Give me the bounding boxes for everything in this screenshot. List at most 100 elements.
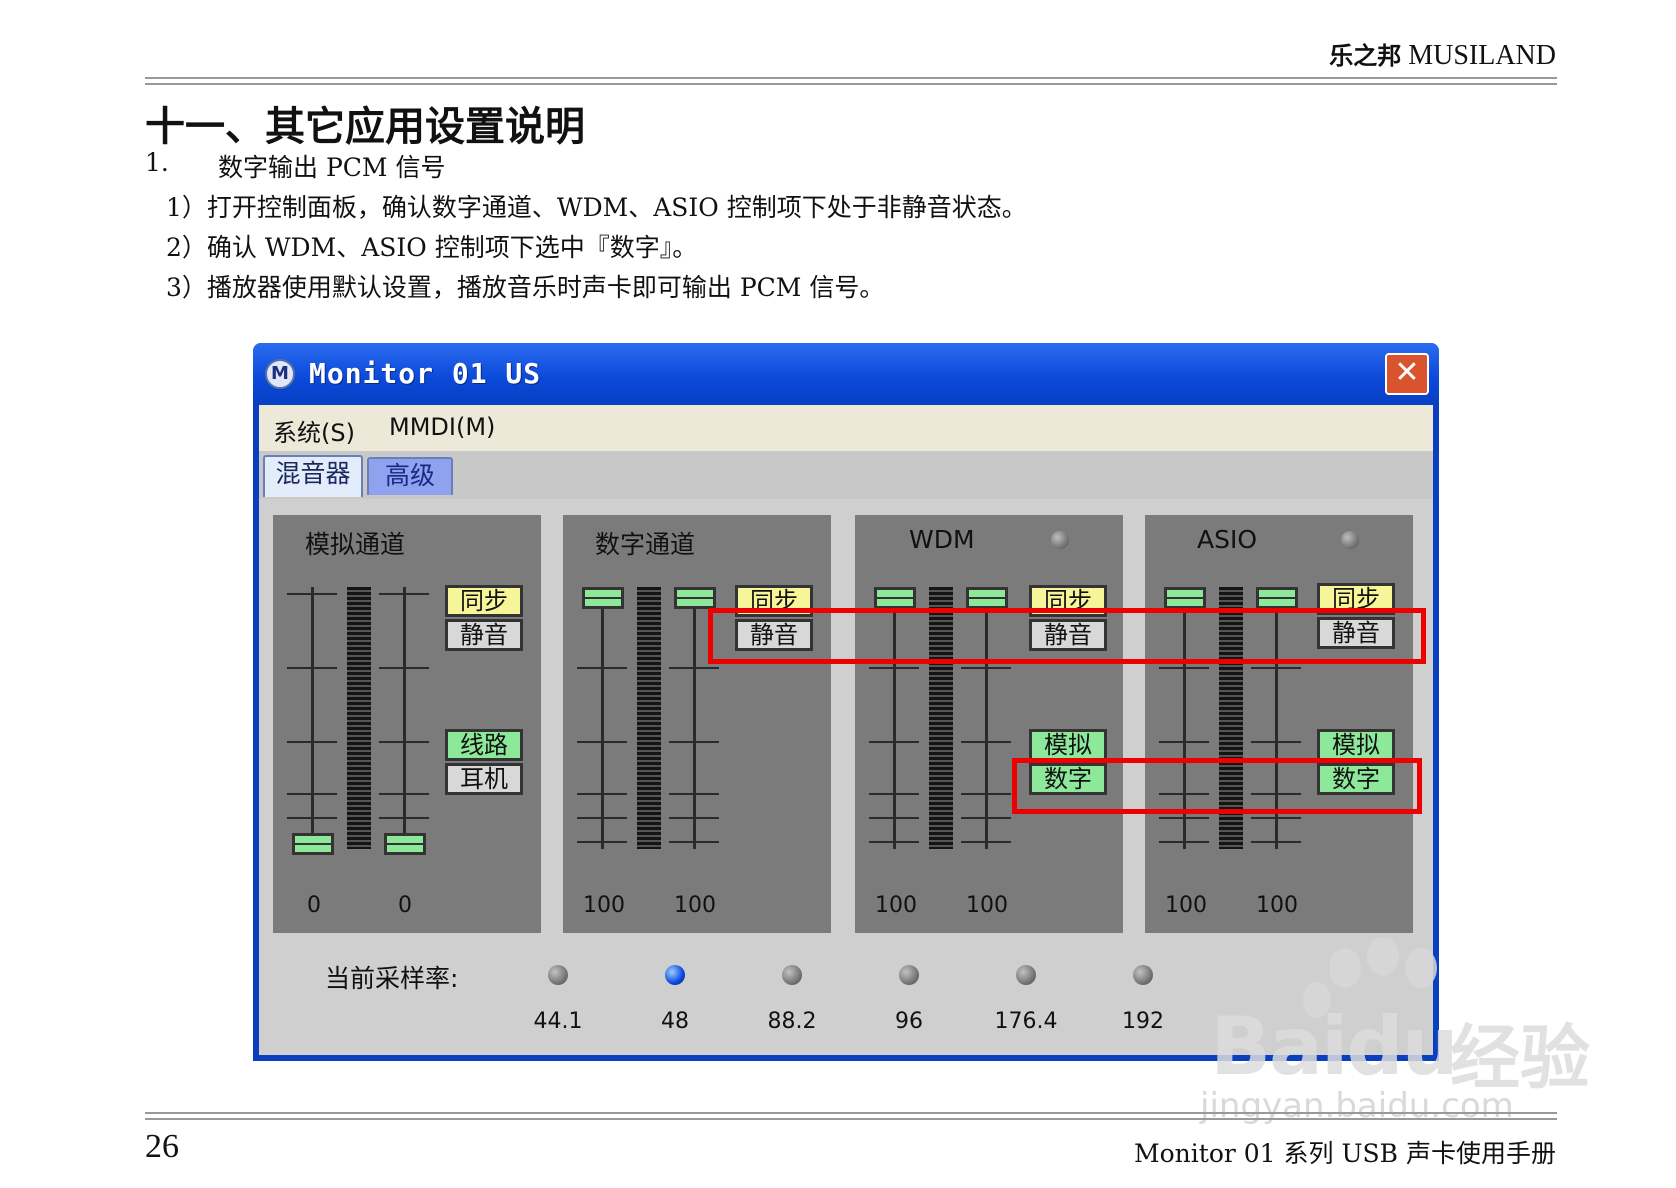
tick (669, 841, 719, 843)
fader-right-thumb[interactable] (966, 587, 1008, 609)
tick (577, 667, 627, 669)
fader-right-thumb[interactable] (384, 833, 426, 855)
panel-asio: ASIO 同步 静音 模拟 数字 100 100 (1145, 515, 1413, 933)
header-rule (145, 77, 1557, 85)
fader-value-right: 100 (674, 893, 716, 918)
rate-value: 192 (1122, 1009, 1164, 1034)
rate-value: 96 (895, 1009, 923, 1034)
tick (869, 793, 919, 795)
watermark-logo: Baidu (1210, 1000, 1459, 1093)
item-title: 数字输出 PCM 信号 (218, 153, 446, 182)
fader-left-thumb[interactable] (1164, 587, 1206, 609)
tick (379, 741, 429, 743)
tick (1251, 841, 1301, 843)
tick (1159, 667, 1209, 669)
tick (669, 741, 719, 743)
page-number: 26 (145, 1128, 179, 1165)
line-button[interactable]: 线路 (445, 729, 523, 761)
fader-track (601, 587, 604, 849)
tick (961, 741, 1011, 743)
tick (869, 741, 919, 743)
tick (379, 793, 429, 795)
menu-mmdi[interactable]: MMDI(M) (389, 413, 495, 441)
fader-left-thumb[interactable] (582, 587, 624, 609)
fader-value-right: 100 (1256, 893, 1298, 918)
tick (287, 593, 337, 595)
sample-rate-label: 当前采样率: (325, 964, 459, 993)
tick (1251, 741, 1301, 743)
sync-button[interactable]: 同步 (445, 585, 523, 617)
tab-mixer[interactable]: 混音器 (263, 455, 363, 497)
tick (961, 793, 1011, 795)
menu-system[interactable]: 系统(S) (273, 413, 355, 448)
fader-value-right: 0 (398, 893, 412, 918)
tick (1159, 741, 1209, 743)
fader-track (311, 587, 314, 849)
tick (577, 741, 627, 743)
level-meter (637, 587, 661, 849)
analog-button[interactable]: 模拟 (1029, 729, 1107, 761)
fader-value-left: 100 (875, 893, 917, 918)
rate-value: 48 (661, 1009, 689, 1034)
tick (669, 793, 719, 795)
tick (961, 817, 1011, 819)
level-meter (347, 587, 371, 849)
fader-value-left: 0 (307, 893, 321, 918)
panel-title: WDM (909, 525, 975, 554)
analog-button[interactable]: 模拟 (1317, 729, 1395, 761)
footer-title: Monitor 01 系列 USB 声卡使用手册 (1134, 1139, 1556, 1168)
rate-led-88-2 (782, 965, 802, 985)
brand-cn: 乐之邦 (1329, 42, 1402, 70)
watermark-url: jingyan.baidu.com (1200, 1086, 1514, 1126)
fader-value-left: 100 (1165, 893, 1207, 918)
tick (1251, 817, 1301, 819)
rate-led-192 (1133, 965, 1153, 985)
mute-button[interactable]: 静音 (445, 619, 523, 651)
panel-title: 模拟通道 (305, 530, 406, 559)
tick (577, 793, 627, 795)
section-title: 十一、其它应用设置说明 (145, 104, 585, 150)
tick (287, 793, 337, 795)
highlight-digital-row (1012, 758, 1422, 814)
brand-en: MUSILAND (1408, 40, 1556, 71)
fader-left-thumb[interactable] (292, 833, 334, 855)
window-title: Monitor 01 US (309, 357, 542, 390)
rate-led-48-active (665, 965, 685, 985)
panel-analog: 模拟通道 同步 静音 线路 耳机 0 0 (273, 515, 541, 933)
tick (287, 817, 337, 819)
step-2: 2）确认 WDM、ASIO 控制项下选中『数字』。 (166, 233, 698, 262)
fader-left-thumb[interactable] (874, 587, 916, 609)
item-number: 1. (145, 148, 169, 177)
rate-led-96 (899, 965, 919, 985)
panel-title: ASIO (1197, 525, 1258, 554)
fader-track (693, 587, 696, 849)
panel-title: 数字通道 (595, 530, 696, 559)
fader-value-right: 100 (966, 893, 1008, 918)
step-1: 1）打开控制面板，确认数字通道、WDM、ASIO 控制项下处于非静音状态。 (166, 193, 1027, 222)
tick (1159, 841, 1209, 843)
menubar: 系统(S) MMDI(M) (259, 405, 1433, 452)
step-3: 3）播放器使用默认设置，播放音乐时声卡即可输出 PCM 信号。 (166, 273, 885, 302)
fader-right-thumb[interactable] (1256, 587, 1298, 609)
rate-led-44-1 (548, 965, 568, 985)
close-button[interactable]: ✕ (1385, 353, 1429, 395)
tick (961, 667, 1011, 669)
headphone-button[interactable]: 耳机 (445, 763, 523, 795)
header-brand: 乐之邦 MUSILAND (1329, 36, 1556, 72)
tick (869, 841, 919, 843)
tick (287, 741, 337, 743)
tick (669, 817, 719, 819)
tick (379, 817, 429, 819)
highlight-mute-row (708, 608, 1426, 664)
tick (961, 841, 1011, 843)
asio-status-led (1341, 531, 1359, 549)
tick (287, 667, 337, 669)
app-logo-icon: M (265, 359, 295, 389)
panel-wdm: WDM 同步 静音 模拟 数字 100 100 (855, 515, 1123, 933)
tick (1251, 667, 1301, 669)
tab-advanced[interactable]: 高级 (367, 457, 453, 495)
window-titlebar[interactable]: M Monitor 01 US ✕ (253, 343, 1439, 405)
rate-value: 44.1 (533, 1009, 583, 1034)
wdm-status-led (1051, 531, 1069, 549)
fader-right-thumb[interactable] (674, 587, 716, 609)
